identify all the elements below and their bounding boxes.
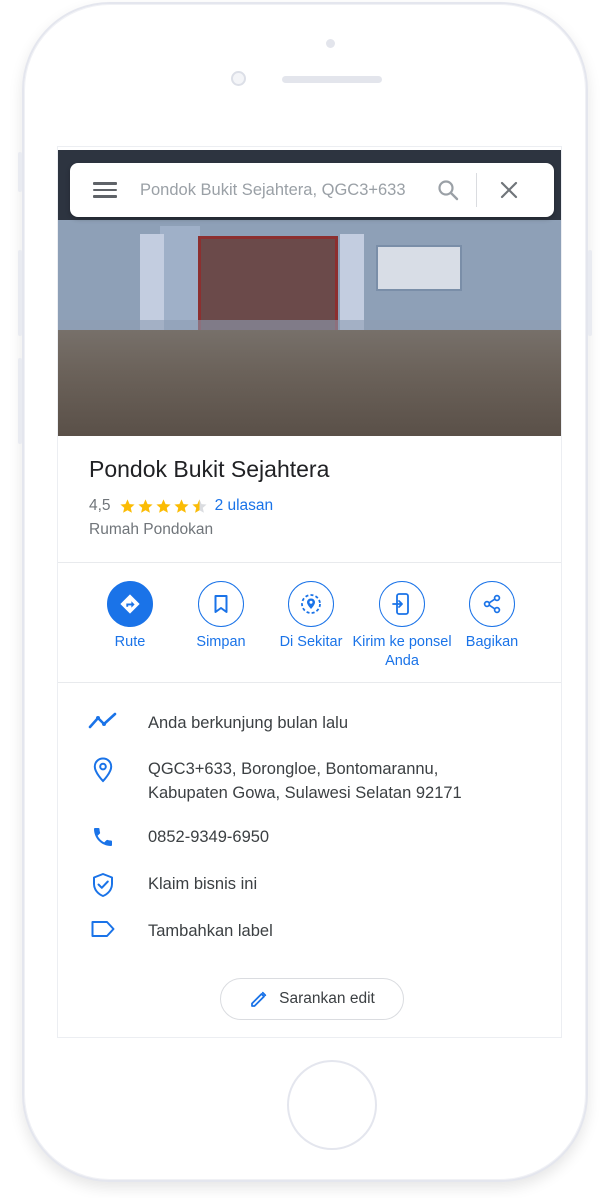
- action-buttons: Rute Simpan Di Sekitar Kirim ke ponsel A…: [58, 563, 561, 683]
- directions-label: Rute: [114, 634, 146, 650]
- star-icon: [137, 498, 153, 513]
- send-to-phone-icon: [392, 593, 409, 615]
- send-to-phone-circle: [379, 581, 425, 627]
- suggest-edit-label: Sarankan edit: [279, 990, 375, 1007]
- claim-business-text: Klaim bisnis ini: [148, 875, 258, 893]
- hamburger-icon: [93, 178, 117, 202]
- verified-shield-icon: [93, 873, 113, 897]
- star-rating: [119, 498, 209, 515]
- earpiece-speaker: [282, 76, 382, 83]
- directions-icon: [120, 594, 140, 614]
- save-circle: [198, 581, 244, 627]
- location-pin-icon: [93, 757, 113, 783]
- phone-icon-cell: [58, 825, 148, 849]
- visit-history-row[interactable]: Anda berkunjung bulan lalu: [58, 711, 561, 735]
- photo-banner: [376, 245, 462, 291]
- claim-business-row[interactable]: Klaim bisnis ini: [58, 872, 561, 898]
- timeline-icon: [88, 712, 117, 729]
- volume-down-button: [18, 358, 22, 444]
- star-icon: [173, 498, 189, 513]
- phone-icon: [94, 828, 112, 846]
- reviews-link[interactable]: 2 ulasan: [215, 497, 274, 515]
- address-icon-cell: [58, 757, 148, 805]
- claim-icon-cell: [58, 872, 148, 898]
- nearby-circle: [288, 581, 334, 627]
- sensor-dot: [326, 39, 335, 48]
- search-button[interactable]: [420, 163, 476, 217]
- label-icon-cell: [58, 919, 148, 943]
- menu-button[interactable]: [70, 163, 140, 217]
- home-button[interactable]: [287, 1060, 377, 1150]
- phone-number: 0852-9349-6950: [148, 828, 270, 846]
- send-to-phone-button[interactable]: Kirim ke ponsel Anda: [352, 581, 452, 671]
- maps-screen: Pondok Bukit Sejahtera, QGC3+633 Pondok …: [57, 146, 562, 1038]
- star-icon: [155, 498, 171, 513]
- pencil-icon: [251, 991, 267, 1007]
- front-camera: [231, 71, 246, 86]
- directions-circle: [107, 581, 153, 627]
- search-bar: Pondok Bukit Sejahtera, QGC3+633: [70, 163, 554, 217]
- visit-icon-cell: [58, 711, 148, 735]
- mute-switch: [18, 152, 22, 192]
- volume-up-button: [18, 250, 22, 336]
- save-label: Simpan: [196, 634, 246, 650]
- search-input[interactable]: Pondok Bukit Sejahtera, QGC3+633: [140, 181, 420, 200]
- suggest-edit-button[interactable]: Sarankan edit: [220, 978, 404, 1020]
- add-label-row[interactable]: Tambahkan label: [58, 919, 561, 943]
- share-label: Bagikan: [465, 634, 519, 650]
- directions-button[interactable]: Rute: [80, 581, 180, 652]
- nearby-label: Di Sekitar: [279, 634, 343, 650]
- add-label-text: Tambahkan label: [148, 922, 273, 940]
- place-title: Pondok Bukit Sejahtera: [89, 456, 330, 482]
- label-icon: [91, 921, 115, 937]
- share-circle: [469, 581, 515, 627]
- rating-row: 4,5 2 ulasan: [89, 497, 273, 515]
- close-icon: [500, 181, 518, 199]
- half-star-icon: [191, 498, 207, 513]
- power-button: [588, 250, 592, 336]
- save-button[interactable]: Simpan: [171, 581, 271, 652]
- clear-search-button[interactable]: [477, 163, 541, 217]
- rating-value: 4,5: [89, 497, 111, 514]
- phone-row[interactable]: 0852-9349-6950: [58, 825, 561, 849]
- photo-ground: [58, 330, 561, 436]
- search-icon: [438, 180, 459, 201]
- send-to-phone-label: Kirim ke ponsel Anda: [352, 634, 452, 669]
- visit-history-text: Anda berkunjung bulan lalu: [148, 714, 348, 732]
- star-icon: [119, 498, 135, 513]
- nearby-icon: [301, 594, 321, 614]
- place-details: Anda berkunjung bulan lalu QGC3+633, Bor…: [58, 683, 561, 1037]
- share-button[interactable]: Bagikan: [442, 581, 542, 652]
- address-text: QGC3+633, Borongloe, Bontomarannu, Kabup…: [148, 760, 462, 802]
- share-icon: [483, 594, 501, 614]
- address-row[interactable]: QGC3+633, Borongloe, Bontomarannu, Kabup…: [58, 757, 561, 805]
- bookmark-icon: [214, 595, 228, 613]
- place-category: Rumah Pondokan: [89, 521, 214, 538]
- nearby-button[interactable]: Di Sekitar: [261, 581, 361, 652]
- place-header: Pondok Bukit Sejahtera 4,5 2 ulasan Ruma…: [58, 436, 561, 563]
